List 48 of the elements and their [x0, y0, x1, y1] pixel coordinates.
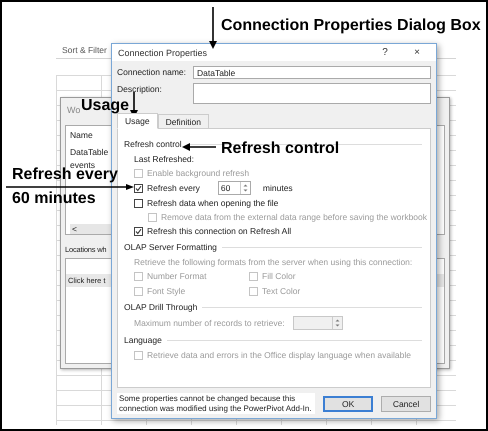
- checkbox-label: Retrieve data and errors in the Office display language when available: [147, 350, 411, 360]
- field-label: Description:: [117, 83, 163, 94]
- unit-label: minutes: [262, 183, 293, 193]
- column-header: Name: [70, 130, 94, 140]
- scroll-button[interactable]: <: [70, 224, 112, 234]
- help-button[interactable]: ?: [372, 47, 398, 58]
- records-spin-field[interactable]: [292, 316, 343, 330]
- annotation-label: 60 minutes: [12, 191, 96, 207]
- annotation-label: Usage: [81, 96, 130, 115]
- checkbox-label: Remove data from the external data range before saving the workbook: [161, 212, 428, 222]
- checkbox-label: Font Style: [147, 286, 186, 296]
- checkbox-label: Refresh data when opening the file: [147, 198, 278, 208]
- spin-arrows-icon[interactable]: [240, 182, 250, 194]
- annotation-label: Connection Properties Dialog Box: [221, 16, 481, 35]
- section-text: Retrieve the following formats from the server when using this connection:: [134, 257, 412, 267]
- annotation-arrow: [182, 143, 216, 151]
- checkbox-label: Enable background refresh: [147, 168, 250, 178]
- tab[interactable]: Definition: [158, 114, 210, 129]
- checkbox-label: Refresh this connection on Refresh All: [147, 226, 292, 236]
- section-title: Refresh control: [124, 139, 182, 149]
- field-label: Connection name:: [117, 66, 187, 77]
- section-title: OLAP Drill Through: [124, 302, 198, 312]
- annotation-arrow: [209, 7, 217, 49]
- field-label: Maximum number of records to retrieve:: [134, 318, 285, 328]
- section-title: Language: [124, 335, 162, 345]
- window-title: Connection Properties: [118, 48, 208, 58]
- dialog-button[interactable]: OK: [323, 396, 374, 412]
- spin-arrows-icon[interactable]: [332, 317, 342, 329]
- info-note: Some properties cannot be changed because this connection was modified using the PowerPivot Add-In.: [117, 393, 316, 414]
- section-text: Last Refreshed:: [134, 154, 194, 164]
- checkbox[interactable]: [134, 226, 143, 236]
- section-title: OLAP Server Formatting: [124, 242, 217, 252]
- window-title: Wo: [67, 105, 80, 115]
- close-button[interactable]: ×: [404, 47, 430, 58]
- minutes-spin-field[interactable]: 60: [218, 181, 251, 195]
- checkbox-label: Refresh every: [147, 183, 200, 193]
- ribbon-label[interactable]: Sort & Filter: [62, 45, 107, 55]
- annotation-label: Refresh every: [12, 167, 118, 183]
- checkbox-label: Number Format: [147, 271, 207, 281]
- checkbox[interactable]: [134, 184, 143, 192]
- checkbox-label: Text Color: [262, 286, 300, 296]
- tab[interactable]: Usage: [117, 113, 158, 129]
- connection-name-field[interactable]: DataTable: [193, 66, 431, 79]
- checkbox[interactable]: [134, 198, 143, 208]
- checkbox-label: Fill Color: [262, 271, 296, 281]
- dialog-button[interactable]: Cancel: [381, 396, 431, 412]
- annotation-label: Refresh control: [221, 139, 340, 158]
- description-field[interactable]: [193, 83, 431, 104]
